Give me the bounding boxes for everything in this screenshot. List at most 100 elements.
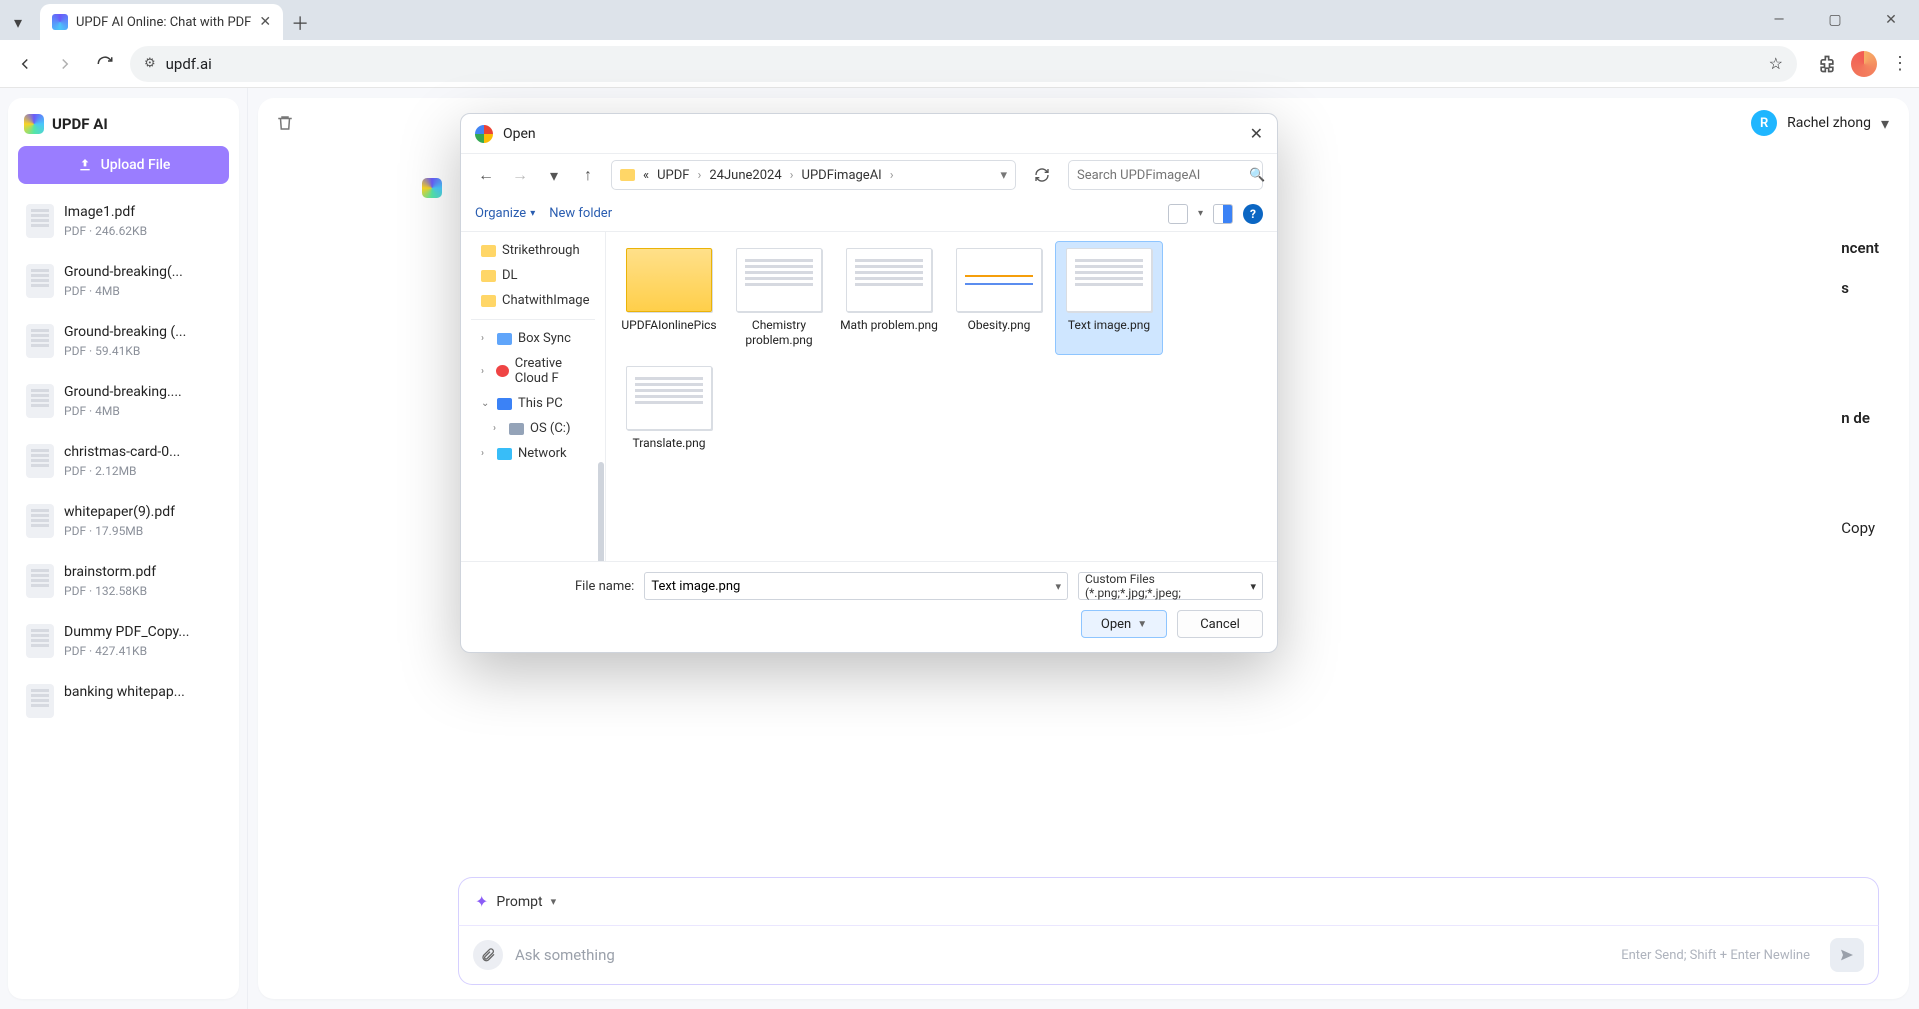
open-button[interactable]: Open ▼ [1081,610,1167,638]
file-item[interactable]: Image1.pdfPDF · 246.62KB [18,194,229,248]
file-item[interactable]: banking whitepap... [18,674,229,728]
file-meta: PDF · 132.58KB [64,584,221,598]
file-meta: PDF · 17.95MB [64,524,221,538]
file-meta: PDF · 59.41KB [64,344,221,358]
tree-item[interactable]: ›Box Sync [461,326,605,351]
tree-item[interactable]: ChatwithImage [461,288,605,313]
extensions-icon[interactable] [1817,54,1837,74]
send-button[interactable] [1830,938,1864,972]
nav-back-button[interactable] [10,49,40,79]
tree-scrollbar[interactable] [598,462,604,561]
file-item[interactable]: Ground-breaking.... PDF · 4MB [18,374,229,428]
file-name: Ground-breaking(... [64,264,221,280]
grid-item-selected[interactable]: Text image.png [1056,242,1162,354]
tree-item[interactable]: ⌄This PC [461,391,605,416]
refresh-icon[interactable] [1028,167,1056,183]
browser-toolbar: ⚙ updf.ai ☆ ⋮ [0,40,1919,88]
address-bar[interactable]: ⚙ updf.ai ☆ [130,46,1797,82]
copy-label[interactable]: Copy [1841,508,1879,548]
new-folder-button[interactable]: New folder [549,206,612,221]
window-maximize-button[interactable]: ▢ [1807,0,1863,40]
expand-icon[interactable]: › [481,333,491,344]
nav-up-icon[interactable]: ↑ [577,165,599,185]
browser-menu-icon[interactable]: ⋮ [1891,53,1909,74]
recent-dropdown-icon[interactable]: ▾ [543,166,565,185]
tree-item[interactable]: Strikethrough [461,238,605,263]
nav-back-icon[interactable]: ← [475,165,497,185]
breadcrumb-segment[interactable]: UPDFimageAI [802,168,882,183]
file-item[interactable]: brainstorm.pdfPDF · 132.58KB [18,554,229,608]
user-avatar-initial: R [1751,110,1777,136]
prompt-selector[interactable]: ✦ Prompt ▾ [458,877,1879,925]
bookmark-star-icon[interactable]: ☆ [1769,54,1783,73]
view-dropdown-icon[interactable]: ▾ [1198,208,1203,219]
tree-item[interactable]: ›Creative Cloud F [461,351,605,391]
file-item[interactable]: Ground-breaking (...PDF · 59.41KB [18,314,229,368]
view-mode-icon[interactable] [1168,204,1188,224]
organize-menu[interactable]: Organize ▾ [475,206,535,221]
tab-search-dropdown[interactable]: ▾ [0,4,36,40]
tree-item[interactable]: ›Network [461,441,605,466]
attach-button[interactable] [473,940,503,970]
window-close-button[interactable]: ✕ [1863,0,1919,40]
chevron-right-icon: › [890,168,894,183]
tab-favicon [52,14,68,30]
chevron-down-icon: ▾ [1881,114,1889,133]
expand-icon[interactable]: › [481,366,490,377]
cancel-button[interactable]: Cancel [1177,610,1263,638]
expand-icon[interactable]: › [493,423,503,434]
file-open-dialog: Open ✕ ← → ▾ ↑ « UPDF › 24June2024 › UPD… [460,113,1278,653]
grid-item[interactable]: Translate.png [616,360,722,457]
file-name: Ground-breaking.... [64,384,221,400]
search-icon[interactable]: 🔍 [1249,168,1265,183]
help-icon[interactable]: ? [1243,204,1263,224]
grid-item[interactable]: Math problem.png [836,242,942,354]
delete-chat-icon[interactable] [276,114,294,132]
filetype-dropdown[interactable]: Custom Files (*.png;*.jpg;*.jpeg; ▾ [1078,572,1263,600]
dialog-close-button[interactable]: ✕ [1250,124,1263,143]
browser-tab-strip: ▾ UPDF AI Online: Chat with PDF ✕ ＋ — ▢ … [0,0,1919,40]
file-icon [26,384,54,418]
preview-pane-icon[interactable] [1213,204,1233,224]
grid-item-folder[interactable]: UPDFAIonlinePics [616,242,722,354]
grid-label: Text image.png [1068,318,1150,333]
file-item[interactable]: Ground-breaking(...PDF · 4MB [18,254,229,308]
filename-field[interactable]: ▾ [644,572,1068,600]
filename-input[interactable] [651,579,1055,594]
chevron-right-icon: › [697,168,701,183]
prompt-input[interactable] [515,946,1609,964]
nav-forward-button[interactable] [50,49,80,79]
new-tab-button[interactable]: ＋ [283,6,317,40]
chevron-down-icon[interactable]: ▾ [1055,580,1061,593]
breadcrumb-segment[interactable]: 24June2024 [709,168,781,183]
profile-avatar[interactable] [1851,51,1877,77]
dialog-search[interactable]: 🔍 [1068,160,1263,190]
file-item[interactable]: Dummy PDF_Copy...PDF · 427.41KB [18,614,229,668]
file-meta: PDF · 4MB [64,404,221,418]
expand-icon[interactable]: › [481,448,491,459]
breadcrumb-segment[interactable]: UPDF [657,168,689,183]
breadcrumb-dropdown-icon[interactable]: ▾ [1000,168,1007,183]
grid-item[interactable]: Obesity.png [946,242,1052,354]
brand-logo-icon [24,114,44,134]
file-item[interactable]: whitepaper(9).pdfPDF · 17.95MB [18,494,229,548]
nav-forward-icon[interactable]: → [509,165,531,185]
upload-file-button[interactable]: Upload File [18,146,229,184]
content-line: ncent [1841,228,1879,268]
tree-item[interactable]: ›OS (C:) [461,416,605,441]
breadcrumb[interactable]: « UPDF › 24June2024 › UPDFimageAI › ▾ [611,160,1016,190]
nav-reload-button[interactable] [90,49,120,79]
send-icon [1839,947,1855,963]
collapse-icon[interactable]: ⌄ [481,398,491,409]
site-settings-icon[interactable]: ⚙ [144,56,156,71]
file-item[interactable]: christmas-card-0...PDF · 2.12MB [18,434,229,488]
account-menu[interactable]: R Rachel zhong ▾ [1751,110,1889,136]
tab-close-icon[interactable]: ✕ [259,14,271,30]
tree-item[interactable]: DL [461,263,605,288]
grid-item[interactable]: Chemistry problem.png [726,242,832,354]
browser-tab[interactable]: UPDF AI Online: Chat with PDF ✕ [40,4,283,40]
window-minimize-button[interactable]: — [1751,0,1807,40]
dialog-search-input[interactable] [1077,168,1243,183]
address-url: updf.ai [166,55,212,73]
content-preview: ncent s n de Copy [1841,228,1879,548]
